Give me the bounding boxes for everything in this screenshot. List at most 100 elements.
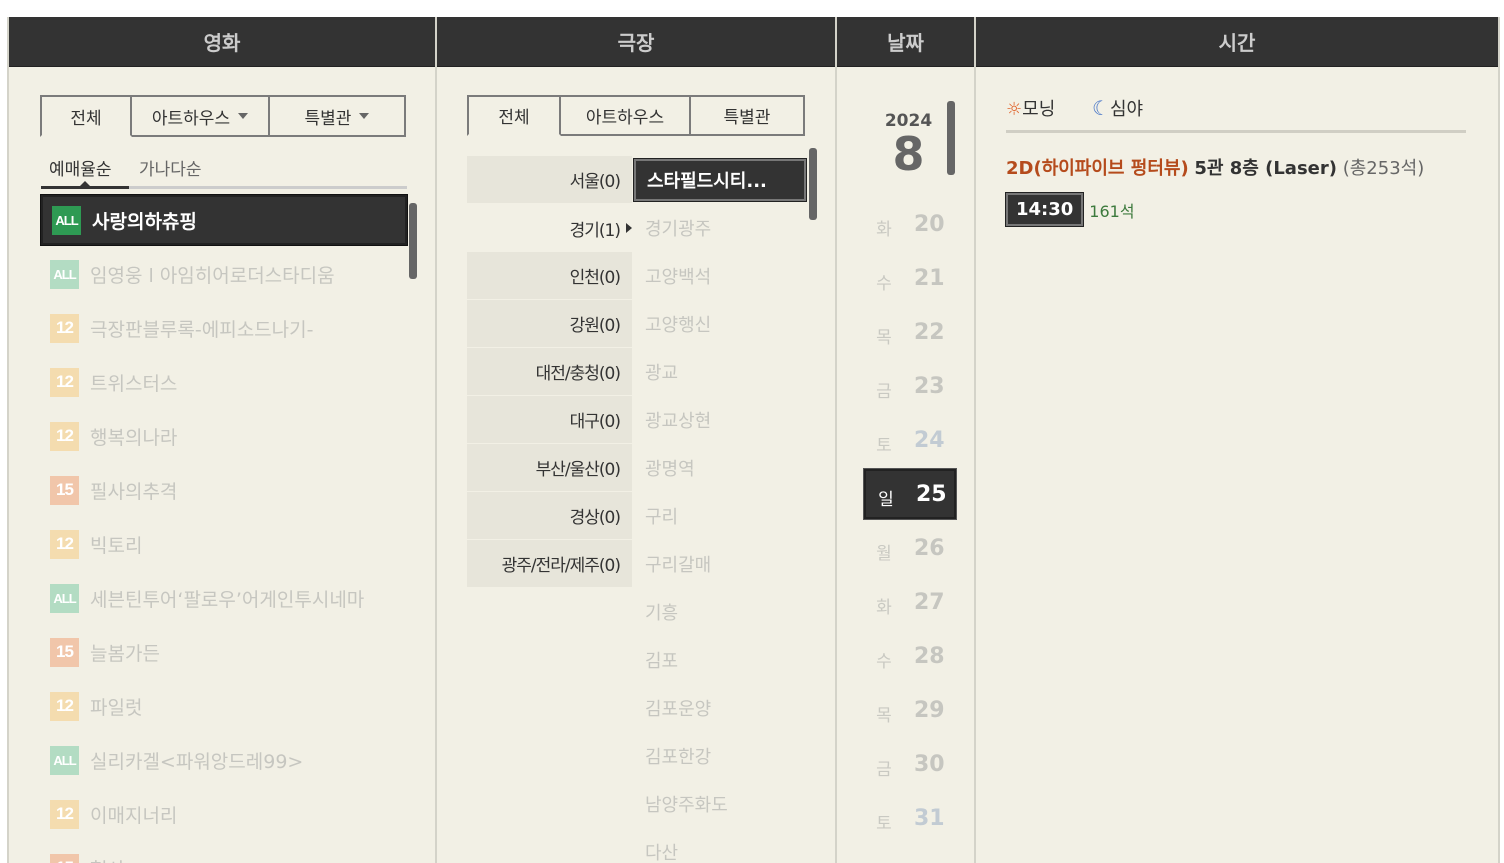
date-weekday: 토 [876,813,892,834]
date-item[interactable]: 금 23 [864,359,956,413]
date-item[interactable]: 금 30 [864,737,956,791]
region-item[interactable]: 대구(0) [467,396,632,444]
region-label: 대전/충청(0) [535,364,621,384]
movie-item[interactable]: ALL 실리카겔<파워앙드레99> [41,733,407,787]
movie-title: 극장판블루록-에피소드나기- [90,318,314,341]
date-day: 21 [914,265,945,291]
movie-item[interactable]: 12 행복의나라 [41,409,407,463]
movie-title: 이매지너리 [90,804,178,827]
region-item[interactable]: 부산/울산(0) [467,444,632,492]
movie-item[interactable]: 12 트위스터스 [41,355,407,409]
theater-item[interactable]: 스타필드시티... [633,158,807,202]
rating-badge-icon: 15 [50,475,79,505]
region-item[interactable]: 광주/전라/제주(0) [467,540,632,588]
sun-icon: ☼ [1006,99,1023,120]
theater-item[interactable]: 경기광주 [634,204,806,252]
date-item[interactable]: 목 22 [864,305,956,359]
showing-title: 2D(하이파이브 펑터뷰) 5관 8층 (Laser) (총253석) [1006,154,1424,180]
theater-item[interactable]: 김포 [634,636,806,684]
showing-format: 2D(하이파이브 펑터뷰) [1006,158,1189,179]
date-day: 29 [914,697,945,723]
movie-item[interactable]: 15 협샤 [41,841,407,863]
date-item[interactable]: 목 29 [864,683,956,737]
movie-title: 사랑의하츄핑 [92,210,197,233]
date-weekday: 수 [876,651,892,672]
movie-item[interactable]: 12 파일럿 [41,679,407,733]
movie-item[interactable]: ALL 세븐틴투어‘팔로우’어게인투시네마 [41,571,407,625]
theater-panel-header: 극장 [437,17,835,67]
movie-item[interactable]: ALL 사랑의하츄핑 [40,194,408,246]
movie-item[interactable]: 15 늘봄가든 [41,625,407,679]
region-label: 인천(0) [569,268,621,288]
theater-item[interactable]: 다산 [634,828,806,863]
theater-item[interactable]: 고양행신 [634,300,806,348]
date-item[interactable]: 월 26 [864,521,956,575]
rating-badge-icon: 12 [50,421,79,451]
theater-list-scrollbar[interactable] [809,148,817,220]
date-weekday: 목 [876,327,892,348]
date-item[interactable]: 일 25 [863,468,957,520]
date-panel: 날짜 20 24 8 화 20 수 21 목 22 금 23 토 24 일 25 월 26 화 27 수 28 목 29… [837,17,976,863]
theater-item[interactable]: 김포운양 [634,684,806,732]
theater-tabs: 전체 아트하우스 특별관 [467,95,805,136]
date-item[interactable]: 수 21 [864,251,956,305]
movie-list-scrollbar[interactable] [409,203,417,279]
movie-item[interactable]: 15 필사의추격 [41,463,407,517]
region-item[interactable]: 강원(0) [467,300,632,348]
region-label: 경상(0) [569,508,621,528]
movie-item[interactable]: 12 빅토리 [41,517,407,571]
theater-item[interactable]: 남양주화도 [634,780,806,828]
date-day: 26 [914,535,945,561]
date-item[interactable]: 화 27 [864,575,956,629]
theater-item[interactable]: 광교 [634,348,806,396]
movie-tab-special[interactable]: 특별관 [270,95,406,137]
region-label: 부산/울산(0) [535,460,621,480]
showtime-button[interactable]: 14:30 [1004,192,1085,227]
theater-item[interactable]: 구리 [634,492,806,540]
theater-item[interactable]: 기흥 [634,588,806,636]
region-label: 강원(0) [569,316,621,336]
date-item[interactable]: 토 24 [864,413,956,467]
movie-item[interactable]: ALL 임영웅 l 아임히어로더스타디움 [41,247,407,301]
theater-item[interactable]: 광교상현 [634,396,806,444]
theater-item[interactable]: 김포한강 [634,732,806,780]
sort-underline [41,186,129,189]
night-filter[interactable]: ☾심야 [1092,95,1143,121]
region-item[interactable]: 대전/충청(0) [467,348,632,396]
theater-tab-all[interactable]: 전체 [467,95,561,136]
rating-badge-icon: 12 [50,313,79,343]
morning-filter[interactable]: ☼모닝 [1006,95,1055,121]
movie-title: 늘봄가든 [90,642,160,665]
region-item[interactable]: 경기(1) [467,204,632,252]
date-item[interactable]: 화 20 [864,197,956,251]
theater-tab-arthouse[interactable]: 아트하우스 [561,95,691,136]
movie-item[interactable]: 12 이매지너리 [41,787,407,841]
movie-title: 필사의추격 [90,480,178,503]
movie-title: 세븐틴투어‘팔로우’어게인투시네마 [90,588,365,611]
region-item[interactable]: 서울(0) [467,156,632,204]
theater-item[interactable]: 고양백석 [634,252,806,300]
movie-list: ALL 사랑의하츄핑 ALL 임영웅 l 아임히어로더스타디움 12 극장판블루록-에피소… [40,193,408,863]
date-day: 25 [916,481,947,507]
movie-item[interactable]: 12 극장판블루록-에피소드나기- [41,301,407,355]
rating-badge-icon: 12 [50,529,79,559]
movie-title: 파일럿 [90,696,143,719]
date-day: 24 [914,427,945,453]
theater-item[interactable]: 구리갈매 [634,540,806,588]
sort-by-name[interactable]: 가나다순 [139,155,202,180]
movie-panel-header: 영화 [9,17,435,67]
movie-tab-arthouse[interactable]: 아트하우스 [132,95,270,137]
date-list-scrollbar[interactable] [947,101,955,175]
movie-tab-all[interactable]: 전체 [40,95,132,137]
region-label: 광주/전라/제주(0) [501,556,621,576]
sort-by-rate[interactable]: 예매율순 [49,155,112,180]
region-item[interactable]: 인천(0) [467,252,632,300]
region-item[interactable]: 경상(0) [467,492,632,540]
month-label: 8 [892,127,925,181]
date-item[interactable]: 토 31 [864,791,956,845]
theater-tab-special[interactable]: 특별관 [691,95,805,136]
showing-hall: 5관 8층 (Laser) [1194,158,1337,179]
chevron-down-icon [238,113,249,119]
theater-item[interactable]: 광명역 [634,444,806,492]
date-item[interactable]: 수 28 [864,629,956,683]
